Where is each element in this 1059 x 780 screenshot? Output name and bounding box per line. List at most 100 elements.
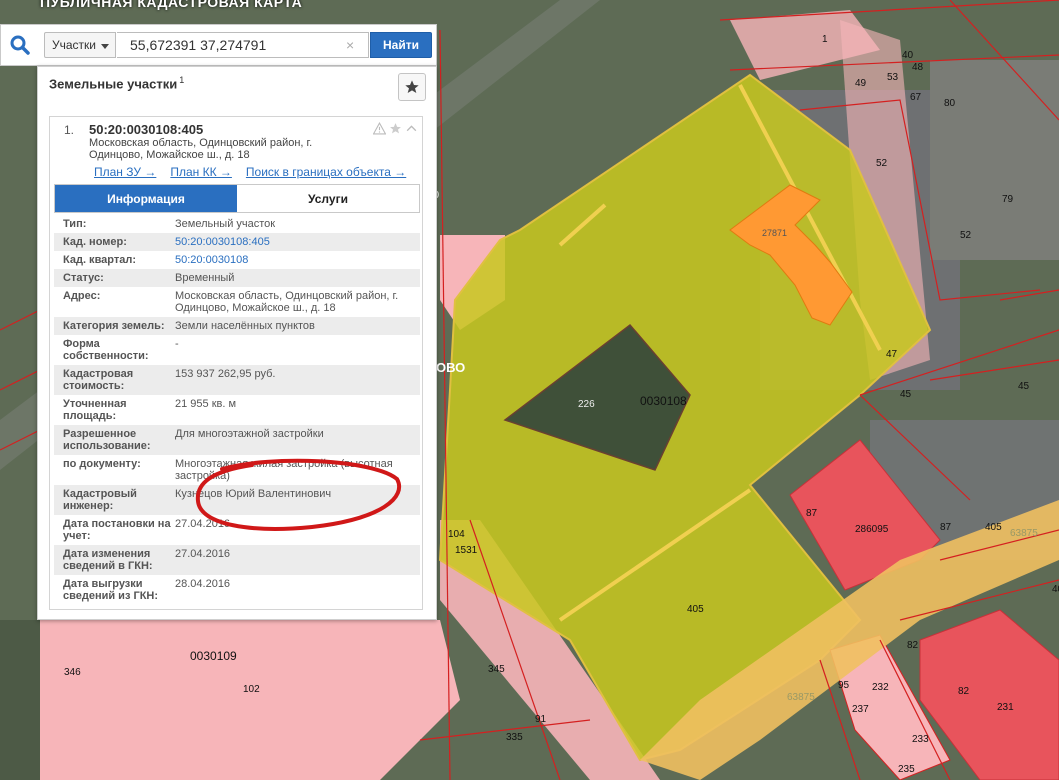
property-row: Категория земель: Земли населённых пункто… bbox=[54, 317, 420, 335]
result-card[interactable]: 1. 50:20:0030108:405 Московская область,… bbox=[49, 116, 423, 610]
property-value: Земли населённых пунктов bbox=[175, 320, 315, 332]
property-label: по документу: bbox=[63, 458, 141, 470]
property-label: Категория земель: bbox=[63, 320, 165, 332]
property-value: Земельный участок bbox=[175, 218, 276, 230]
property-value: - bbox=[175, 338, 179, 350]
star-icon[interactable] bbox=[389, 122, 402, 135]
property-label: Адрес: bbox=[63, 290, 101, 302]
property-row: по документу: Многоэтажная жилая застройк… bbox=[54, 455, 420, 485]
chevron-up-icon[interactable] bbox=[405, 122, 418, 135]
result-tabs: Информация Услуги bbox=[54, 184, 420, 213]
property-label: Кад. квартал: bbox=[63, 254, 137, 266]
result-index: 1. bbox=[64, 123, 75, 137]
property-value: 28.04.2016 bbox=[175, 578, 231, 590]
panel-title: Земельные участки 1 bbox=[49, 75, 184, 91]
property-value: Временный bbox=[175, 272, 235, 284]
property-row: Тип: Земельный участок bbox=[54, 215, 420, 233]
search-bar: Участки × Найти bbox=[0, 24, 437, 66]
map-label: 27871 bbox=[762, 228, 787, 238]
satellite-block bbox=[930, 60, 1059, 260]
map-label: 335 bbox=[506, 732, 523, 743]
map-label: 405 bbox=[985, 522, 1002, 533]
link-search-in-bounds[interactable]: Поиск в границах объекта → bbox=[246, 165, 406, 179]
map-label: 63875 bbox=[1010, 528, 1038, 539]
property-value: Многоэтажная жилая застройка (высотная з… bbox=[175, 458, 393, 482]
map-label: 48 bbox=[912, 62, 924, 73]
map-label: 63875 bbox=[787, 692, 815, 703]
map-label: 45 bbox=[1018, 381, 1030, 392]
map-label: 345 bbox=[488, 664, 505, 675]
property-label: Кадастровый инженер: bbox=[63, 488, 137, 512]
property-row: Статус: Временный bbox=[54, 269, 420, 287]
map-label: 52 bbox=[876, 158, 888, 169]
property-row: Разрешенное использование: Для многоэтажн… bbox=[54, 425, 420, 455]
property-row: Кад. квартал: 50:20:0030108 bbox=[54, 251, 420, 269]
map-label: 405 bbox=[687, 604, 704, 615]
map-label: 346 bbox=[64, 667, 81, 678]
property-value: 27.04.2016 bbox=[175, 548, 231, 560]
map-label: 80 bbox=[944, 98, 956, 109]
property-row: Дата выгрузки сведений из ГКН: 28.04.2016 bbox=[54, 575, 420, 605]
card-actions bbox=[373, 122, 418, 135]
property-label: Статус: bbox=[63, 272, 104, 284]
map-label: 235 bbox=[898, 764, 915, 775]
property-label: Дата выгрузки сведений из ГКН: bbox=[63, 578, 159, 602]
warning-icon[interactable] bbox=[373, 122, 386, 135]
property-row: Форма собственности: - bbox=[54, 335, 420, 365]
tab-info[interactable]: Информация bbox=[55, 185, 237, 212]
property-label: Дата постановки на учет: bbox=[63, 518, 171, 542]
map-label: 102 bbox=[243, 684, 260, 695]
property-label: Дата изменения сведений в ГКН: bbox=[63, 548, 153, 572]
property-value: 153 937 262,95 руб. bbox=[175, 368, 276, 380]
property-value[interactable]: 50:20:0030108 bbox=[175, 254, 420, 266]
property-row: Кадастровый инженер: Кузнецов Юрий Валент… bbox=[54, 485, 420, 515]
map-label: 286095 bbox=[855, 524, 889, 535]
search-button[interactable]: Найти bbox=[370, 32, 432, 58]
property-label: Кад. номер: bbox=[63, 236, 127, 248]
property-row: Дата постановки на учет: 27.04.2016 bbox=[54, 515, 420, 545]
property-label: Кадастровая стоимость: bbox=[63, 368, 134, 392]
pink-parcel-102 bbox=[40, 620, 460, 780]
property-value: Кузнецов Юрий Валентинович bbox=[175, 488, 332, 500]
property-value: 21 955 кв. м bbox=[175, 398, 237, 410]
map-label: 67 bbox=[910, 92, 922, 103]
map-label: 52 bbox=[960, 230, 972, 241]
result-cad-number[interactable]: 50:20:0030108:405 bbox=[89, 122, 203, 137]
property-value[interactable]: 50:20:0030108:405 bbox=[175, 236, 420, 248]
map-label: 231 bbox=[997, 702, 1014, 713]
property-label: Разрешенное использование: bbox=[63, 428, 151, 452]
chevron-down-icon bbox=[101, 44, 109, 49]
search-type-label: Участки bbox=[52, 38, 96, 52]
panel-title-text: Земельные участки bbox=[49, 76, 178, 92]
map-label: 0030108 bbox=[640, 394, 687, 408]
clear-icon[interactable]: × bbox=[346, 38, 354, 52]
link-plan-zu[interactable]: План ЗУ → bbox=[94, 165, 156, 179]
panel-title-count: 1 bbox=[179, 75, 185, 85]
map-label: 49 bbox=[855, 78, 867, 89]
link-plan-kk[interactable]: План КК → bbox=[170, 165, 232, 179]
map-label: 87 bbox=[806, 508, 818, 519]
map-label: 79 bbox=[1002, 194, 1014, 205]
search-type-select[interactable]: Участки bbox=[44, 32, 116, 58]
search-icon[interactable] bbox=[9, 34, 31, 56]
map-label: 232 bbox=[872, 682, 889, 693]
map-label: 1 bbox=[822, 34, 828, 45]
results-panel: Земельные участки 1 1. 50:20:0030108:405 … bbox=[37, 66, 437, 620]
result-links: План ЗУ → План КК → Поиск в границах объ… bbox=[94, 165, 406, 179]
map-label: 40 bbox=[902, 50, 914, 61]
properties-table: Тип: Земельный участок Кад. номер: 50:20:00… bbox=[54, 215, 420, 605]
property-row: Кадастровая стоимость: 153 937 262,95 руб… bbox=[54, 365, 420, 395]
map-label: 237 bbox=[852, 704, 869, 715]
tab-services[interactable]: Услуги bbox=[237, 185, 419, 212]
property-value: Для многоэтажной застройки bbox=[175, 428, 324, 440]
app-title: ПУБЛИЧНАЯ КАДАСТРОВАЯ КАРТА bbox=[40, 0, 303, 10]
property-label: Форма собственности: bbox=[63, 338, 149, 362]
map-label: 405 bbox=[1052, 584, 1059, 595]
property-value: 27.04.2016 bbox=[175, 518, 231, 530]
search-input[interactable] bbox=[117, 32, 369, 58]
favorite-button[interactable] bbox=[398, 73, 426, 101]
map-label: 53 bbox=[887, 72, 899, 83]
property-row: Адрес: Московская область, Одинцовский ра… bbox=[54, 287, 420, 317]
map-label: 82 bbox=[958, 686, 970, 697]
star-icon bbox=[405, 80, 419, 93]
